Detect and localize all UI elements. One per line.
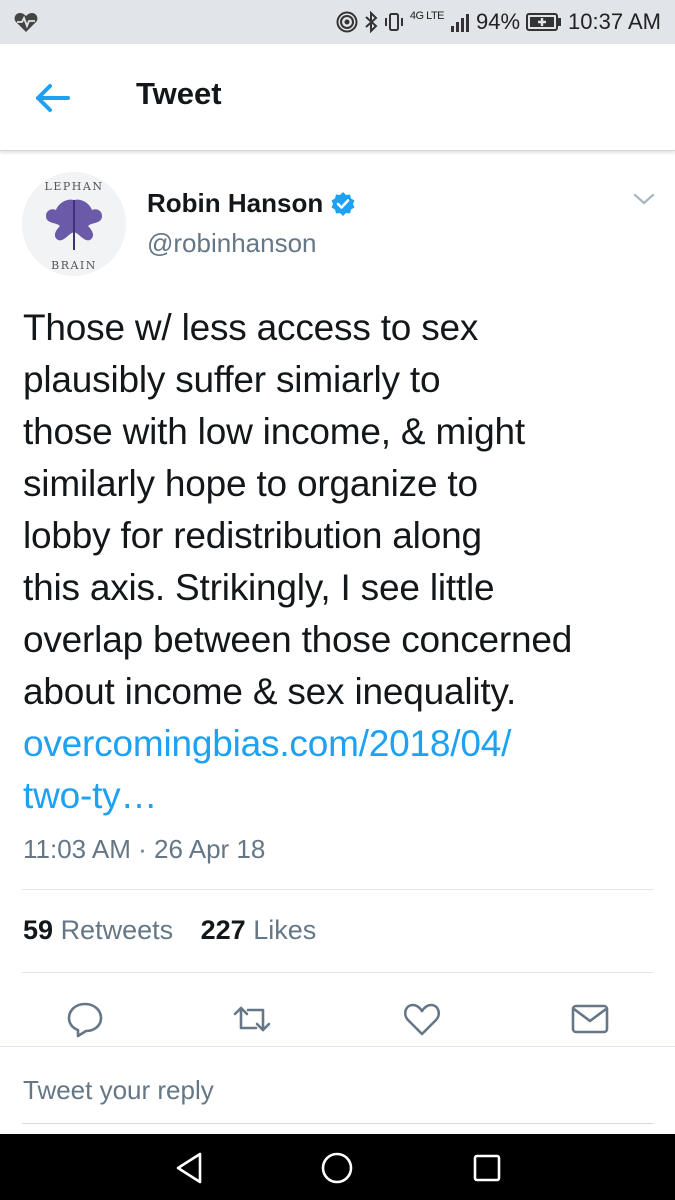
tweet-text-line: plausibly suffer simiarly to	[23, 359, 441, 400]
network-label: 4G LTE	[409, 9, 445, 22]
tweet-timestamp: 11:03 AM · 26 Apr 18	[23, 834, 266, 864]
tweet-text-line: those with low income, & might	[23, 411, 525, 452]
reply-button[interactable]	[65, 1000, 105, 1038]
battery-percentage: 94%	[476, 9, 521, 34]
avatar-text-bottom: BRAIN	[51, 259, 97, 272]
triangle-back-icon	[176, 1152, 202, 1184]
likes-count: 227	[200, 915, 246, 945]
tweet-text-line: lobby for redistribution along	[23, 515, 482, 556]
back-button[interactable]	[30, 78, 76, 118]
retweets-label: Retweets	[60, 915, 174, 945]
tweet-text-line: this axis. Strikingly, I see little	[23, 567, 495, 608]
home-nav-button[interactable]	[317, 1148, 357, 1188]
reply-input[interactable]: Tweet your reply	[23, 1075, 214, 1106]
tweet-link[interactable]: overcomingbias.com/2018/04/	[23, 718, 653, 770]
page-title: Tweet	[136, 76, 222, 111]
divider	[22, 889, 653, 890]
status-bar: 4G LTE 94% 10:37 AM	[0, 0, 675, 44]
tweet-link[interactable]: two-ty…	[23, 770, 653, 822]
bluetooth-icon	[364, 11, 378, 33]
arrow-left-icon	[36, 84, 70, 112]
author-handle[interactable]: @robinhanson	[147, 228, 317, 259]
signal-icon	[450, 12, 470, 32]
verified-badge-icon	[330, 191, 356, 222]
tweet-text-line: about income & sex inequality.	[23, 671, 517, 712]
vibrate-icon	[384, 11, 404, 33]
message-icon	[571, 1004, 609, 1034]
reply-underline	[22, 1123, 653, 1124]
tweet-text: Those w/ less access to sex plausibly su…	[23, 302, 653, 822]
battery-icon	[526, 12, 562, 32]
clock: 10:37 AM	[568, 9, 661, 34]
likes-label: Likes	[253, 915, 317, 945]
retweets-count: 59	[23, 915, 54, 945]
tweet-text-line: Those w/ less access to sex	[23, 307, 479, 348]
tweet-text-line: similarly hope to organize to	[23, 463, 478, 504]
heart-rate-icon	[14, 11, 38, 38]
divider	[22, 972, 653, 973]
app-bar: Tweet	[0, 44, 675, 151]
reply-icon	[67, 1002, 103, 1038]
avatar-text-top: LEPHAN	[45, 180, 104, 193]
circle-home-icon	[321, 1152, 353, 1184]
tweet-stats: 59 Retweets 227 Likes	[23, 915, 316, 946]
likes-stat[interactable]: 227 Likes	[201, 915, 317, 945]
retweet-icon	[233, 1006, 271, 1032]
author-name[interactable]: Robin Hanson	[147, 188, 323, 219]
tweet-options-button[interactable]	[628, 188, 660, 212]
avatar[interactable]: LEPHAN BRAIN	[22, 172, 126, 276]
back-nav-button[interactable]	[170, 1148, 210, 1188]
retweets-stat[interactable]: 59 Retweets	[23, 915, 173, 945]
square-recents-icon	[473, 1154, 501, 1182]
like-icon	[403, 1003, 441, 1036]
retweet-button[interactable]	[232, 1000, 272, 1038]
hotspot-icon	[336, 11, 358, 33]
recents-nav-button[interactable]	[467, 1148, 507, 1188]
like-button[interactable]	[402, 1000, 442, 1038]
navigation-bar	[0, 1134, 675, 1200]
chevron-down-icon	[633, 193, 655, 205]
reply-box: Tweet your reply	[0, 1046, 675, 1135]
tweet-text-line: overlap between those concerned	[23, 619, 573, 660]
direct-message-button[interactable]	[570, 1000, 610, 1038]
